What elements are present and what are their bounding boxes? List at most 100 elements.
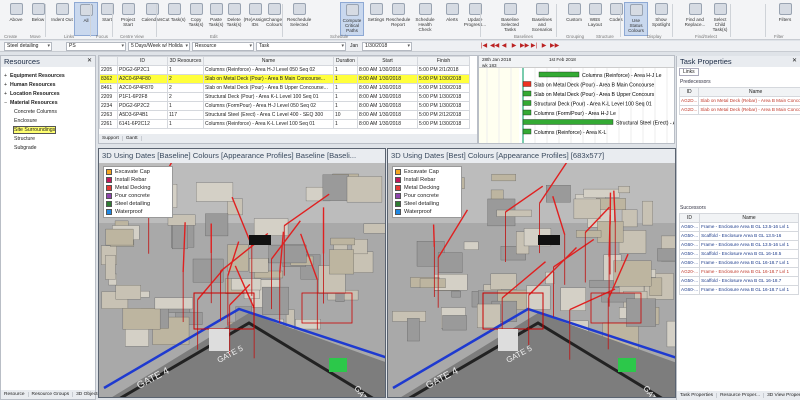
cut-button[interactable]: Cut Task(s)	[162, 2, 186, 36]
show-spotlight-button[interactable]: Show Spotlight	[649, 2, 673, 36]
tab-1[interactable]: Resource Proper...	[717, 393, 765, 398]
gantt-bar[interactable]	[522, 100, 532, 106]
table-row[interactable]: AG60-... Frame - Enclosure Area B GL 13.5…	[678, 222, 799, 232]
gantt-bar[interactable]	[522, 119, 614, 125]
nav-button[interactable]: ◀◀	[490, 42, 499, 50]
critical-paths-button[interactable]: Compute Critical Paths	[340, 2, 364, 36]
tab-0[interactable]: Task Properties	[677, 393, 718, 398]
above-button[interactable]: Above	[4, 2, 28, 36]
calendars-button[interactable]: Calendars	[140, 2, 164, 36]
reschedule-report-button[interactable]: Reschedule Report	[386, 2, 410, 36]
legend-item: Metal Decking	[106, 184, 170, 192]
update-progress-button[interactable]: Update Progress...	[463, 2, 487, 36]
reschedule-selected-button[interactable]: Reschedule Selected	[287, 2, 311, 36]
col-header[interactable]: ID	[678, 87, 700, 97]
use-status-colours-button[interactable]: Use Status Colours	[624, 2, 648, 36]
resource-tabs: Resource Resource Groups 3D Objects	[1, 390, 104, 399]
button-label: Select Child Task(s)	[712, 17, 728, 32]
resource-tree-item[interactable]: + Human Resources	[1, 81, 95, 90]
table-row[interactable]: AG50-... Scaffold - Enclosure Area B GL 1…	[678, 276, 799, 286]
table-row[interactable]: AG60-... Frame - Enclosure Area B GL 16-1…	[678, 258, 799, 268]
below-button[interactable]: Below	[26, 2, 50, 36]
project-start-button[interactable]: Project Start	[116, 2, 140, 36]
col-header[interactable]: Name	[698, 87, 800, 97]
col-header[interactable]: ID	[117, 56, 168, 66]
health-check-button[interactable]: Schedule Health Check	[413, 2, 437, 36]
col-header[interactable]: ID	[678, 213, 701, 223]
settings-button[interactable]: Settings	[364, 2, 388, 36]
indent-button[interactable]: Indent Out	[50, 2, 74, 36]
tab-gantt[interactable]: Gantt	[122, 136, 142, 141]
cell-finish: 5:00 PM 2/12/2018	[417, 110, 470, 120]
find-replace-button[interactable]: Find and Replace...	[683, 2, 707, 36]
cell-start: 8:00 AM 1/30/2018	[357, 83, 418, 93]
table-row[interactable]: 2263 A5D3-6P4B1 117 Structural Steel (Erect…	[99, 110, 470, 120]
close-icon[interactable]: ✕	[87, 57, 92, 64]
close-icon[interactable]: ✕	[792, 57, 797, 64]
table-row[interactable]: 2234 PDG2-6P2C2 1 Columns (FormPour) - Area…	[99, 101, 470, 111]
tab-0[interactable]: Resource	[1, 392, 29, 397]
table-row[interactable]: AG2D... Slab on Metal Deck (Rebar) - Area…	[678, 105, 800, 115]
nav-button[interactable]: ▶|	[530, 42, 538, 50]
filters-button[interactable]: Filters	[773, 2, 797, 36]
table-row[interactable]: AG60-... Frame - Enclosure Area B GL 16-1…	[678, 285, 799, 295]
table-row[interactable]: AG20-... Frame - Enclosure Area B GL 16-1…	[678, 267, 799, 277]
col-header[interactable]: Name	[203, 56, 334, 66]
resource-tree-item[interactable]: + Equipment Resources	[1, 72, 95, 81]
nav-button[interactable]: |◀	[480, 42, 488, 50]
ps-combo[interactable]: PS	[66, 42, 126, 51]
resource-tree-item[interactable]: − Material Resources	[1, 99, 95, 108]
resource-combo[interactable]: Resource	[192, 42, 254, 51]
legend-label: Waterproof	[404, 209, 432, 215]
legend-label: Metal Decking	[404, 185, 440, 191]
col-header[interactable]: Start	[357, 56, 418, 66]
col-header[interactable]: Duration	[333, 56, 358, 66]
resource-tree-item[interactable]: Structure	[1, 135, 95, 144]
table-row[interactable]: 2261 6141-6P2C12 1 Columns (Reinforce) - Ar…	[99, 119, 470, 129]
table-row[interactable]: 8362 A2C0-6P4F80 2 Slab on Metal Deck (Pour…	[99, 74, 470, 84]
resource-tree-item[interactable]: Subgrade	[1, 144, 95, 153]
baselines-scenarios-button[interactable]: Baselines and Scenarios	[530, 2, 554, 36]
table-row[interactable]: AG50-... Scaffold - Enclosure Area B GL 1…	[678, 231, 799, 241]
baseline-selected-button[interactable]: Baseline Selected Tasks	[498, 2, 522, 36]
resource-tree-item[interactable]: Enclosure	[1, 117, 95, 126]
tab-2[interactable]: 3D View Propertie...	[764, 393, 800, 398]
nav-button[interactable]: ▶▶	[520, 42, 529, 50]
nav-button[interactable]: ▶	[540, 42, 548, 50]
table-row[interactable]: AG60-... Frame - Enclosure Area B GL 13.5…	[678, 240, 799, 250]
gantt-bar[interactable]	[522, 109, 532, 116]
button-label: Reschedule Selected	[287, 17, 312, 27]
gantt-bar[interactable]	[522, 81, 532, 87]
tab-links[interactable]: Links	[679, 68, 699, 76]
col-header[interactable]: 3D Resources	[167, 56, 204, 66]
gantt-bar[interactable]	[522, 90, 532, 97]
table-row[interactable]: 2205 PDG2-6P2C1 1 Columns (Reinforce) - Are…	[99, 65, 470, 75]
alerts-button[interactable]: Alerts	[440, 2, 464, 36]
resource-tree-item[interactable]: Concrete Columns	[1, 108, 95, 117]
gantt-bar[interactable]	[522, 128, 532, 135]
resource-tree-item[interactable]: + Location Resources	[1, 90, 95, 99]
nav-button[interactable]: ◀	[500, 42, 508, 50]
col-header[interactable]: Finish	[417, 56, 470, 66]
cell-res: 1	[167, 65, 204, 75]
select-child-button[interactable]: Select Child Task(s)	[708, 2, 732, 36]
table-row[interactable]: AG2D... Slab on Metal Deck (Rebar) - Area…	[678, 96, 800, 106]
ribbon-group-label: Move	[30, 34, 41, 39]
table-row[interactable]: AG50-... Scaffold - Enclosure Area B GL 1…	[678, 249, 799, 259]
ribbon-group-label: Schedule	[330, 34, 349, 39]
3d-view-best[interactable]: 3D Using Dates [Best] Colours [Appearanc…	[387, 148, 676, 398]
gantt-bar[interactable]	[538, 71, 580, 78]
calendar-combo[interactable]: 5 Days/Week w/ Holida	[128, 42, 190, 51]
col-header[interactable]: Name	[699, 213, 799, 223]
date-picker[interactable]: 1/30/2018	[362, 42, 412, 51]
field-combo[interactable]: Task	[256, 42, 346, 51]
table-row[interactable]: 2209 P1F1-6P2F8 2 Structural Deck (Pour) - …	[99, 92, 470, 102]
table-row[interactable]: 8461 A2C0-6P4F870 2 Slab on Metal Deck (Pou…	[99, 83, 470, 93]
3d-view-baseline[interactable]: 3D Using Dates [Baseline] Colours [Appea…	[98, 148, 386, 398]
resource-tree-item[interactable]: Site Surroundings	[1, 126, 95, 135]
nav-button[interactable]: ▶	[510, 42, 518, 50]
nav-button[interactable]: ▶▶	[550, 42, 559, 50]
resource-group-combo[interactable]: Steel detailing	[4, 42, 52, 51]
tab-1[interactable]: Resource Groups	[28, 392, 74, 397]
tab-support[interactable]: Support	[99, 136, 123, 141]
